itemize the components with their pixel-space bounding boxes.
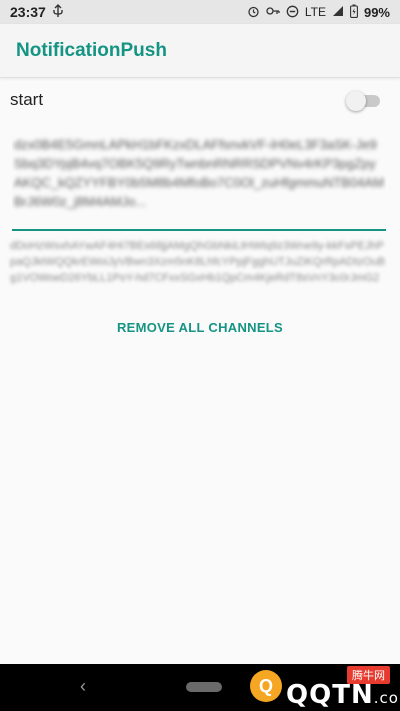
watermark-logo-letter: Q [258,675,273,696]
signal-icon [332,5,344,19]
token-field[interactable]: dzx0B4E5GmnLAPkH1bFKzxDLAFfsnvkVF-iH0eL3… [12,133,386,231]
toggle-thumb [346,91,366,111]
start-row[interactable]: start [0,82,400,118]
info-text: dDoHzWsxhAYwAF4Hi7BEs68jjAMgQhGbNkiLtHWt… [10,240,386,284]
status-left: 23:37 [10,4,64,20]
status-right: LTE 99% [247,4,390,20]
app-title: NotificationPush [16,39,167,61]
start-toggle[interactable] [346,91,382,111]
battery-level: 99% [363,4,390,20]
key-icon [266,6,280,18]
watermark-brand: QQTN.com [286,680,400,710]
battery-icon [350,4,358,20]
token-text: dzx0B4E5GmnLAPkH1bFKzxDLAFfsnvkVF-iH0eL3… [14,137,384,209]
back-icon[interactable]: ‹ [80,676,86,697]
app-bar: NotificationPush [0,24,400,78]
watermark-domain: .com [373,689,400,707]
watermark: 腾牛网 Q QQTN.com [192,664,400,711]
alarm-icon [247,5,260,20]
network-type: LTE [304,5,326,19]
usb-icon [52,4,64,20]
dnd-icon [286,5,299,20]
watermark-brand-name: QQTN [286,680,374,710]
watermark-logo-icon: Q [250,670,282,702]
start-label: start [10,90,44,109]
remove-all-channels-button[interactable]: REMOVE ALL CHANNELS [100,313,300,341]
status-time: 23:37 [10,4,46,20]
status-bar: 23:37 LTE 99% [0,0,400,24]
